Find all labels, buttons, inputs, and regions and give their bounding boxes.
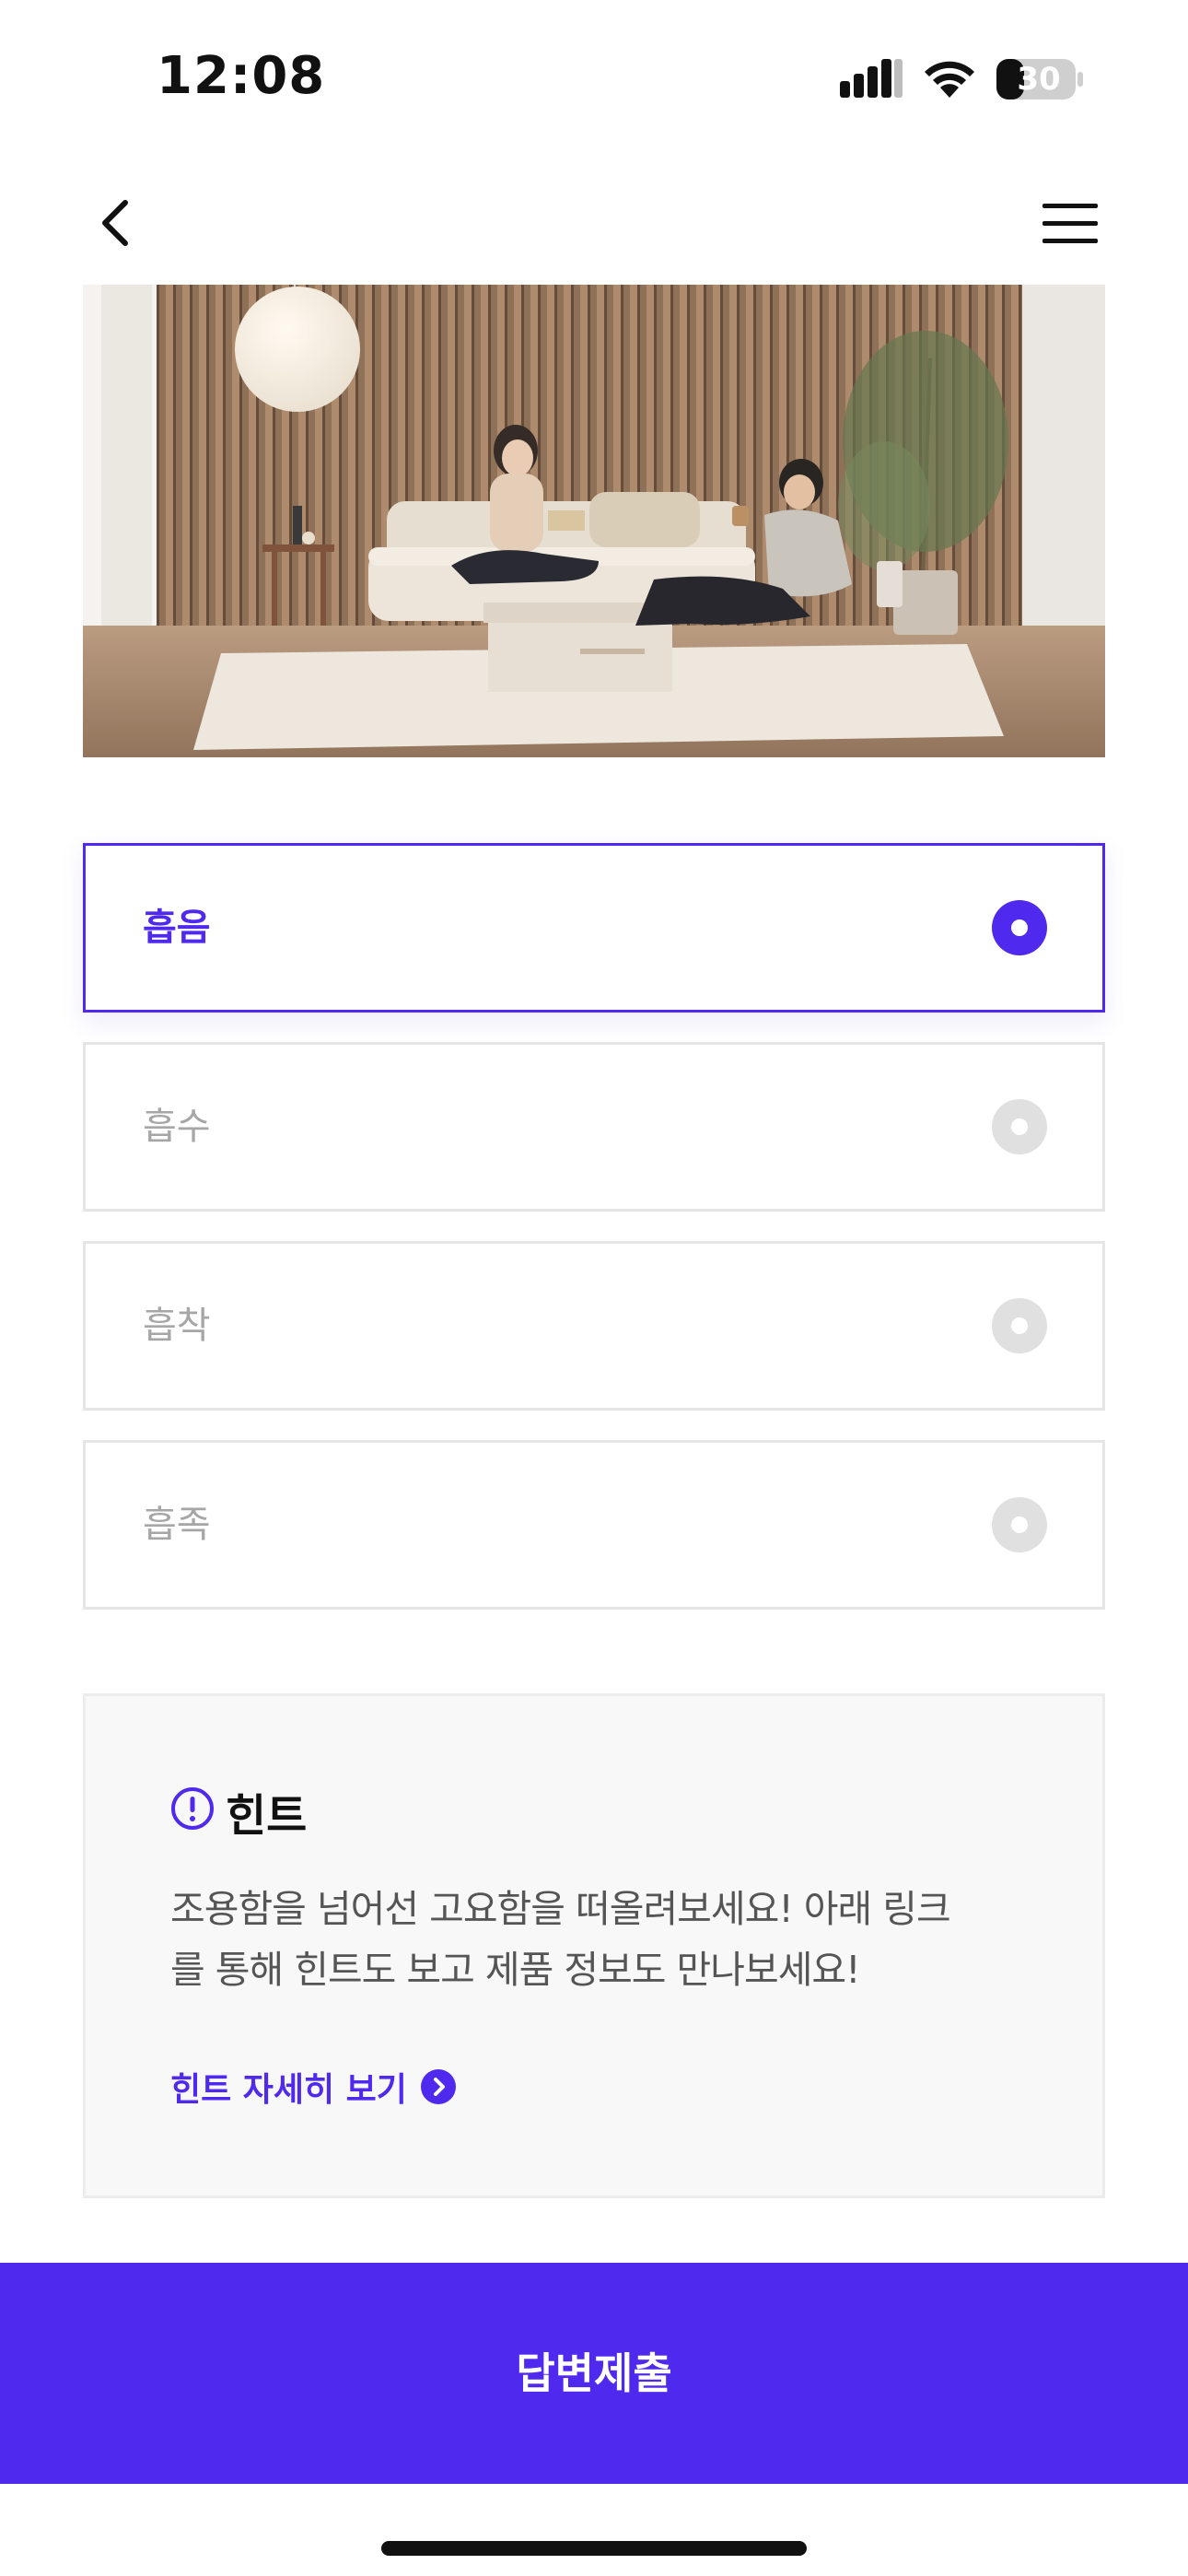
submit-answer-button[interactable]: 답변제출	[0, 2263, 1188, 2484]
answer-option-2[interactable]: 흡수	[83, 1042, 1105, 1212]
answer-option-1[interactable]: 흡음	[83, 843, 1105, 1013]
option-label: 흡착	[143, 1305, 211, 1347]
back-chevron-icon[interactable]	[88, 195, 144, 251]
answer-option-3[interactable]: 흡착	[83, 1241, 1105, 1411]
hint-body: 조용함을 넘어선 고요함을 떠올려보세요! 아래 링크를 통해 힌트도 보고 제…	[170, 1887, 951, 1992]
battery-level: 30	[1017, 61, 1061, 98]
hint-link-label[interactable]: 힌트 자세히 보기	[170, 2063, 407, 2111]
wifi-icon	[925, 61, 974, 98]
hint-detail-link[interactable]: 힌트 자세히 보기	[170, 2061, 457, 2113]
hint-box: 힌트 조용함을 넘어선 고요함을 떠올려보세요! 아래 링크를 통해 힌트도 보…	[83, 1693, 1105, 2198]
answer-option-4[interactable]: 흡족	[83, 1440, 1105, 1610]
home-indicator	[381, 2541, 807, 2556]
hint-title: 힌트	[226, 1790, 308, 1842]
status-bar: 12:08 30	[0, 0, 1188, 157]
option-label: 흡음	[143, 907, 211, 949]
radio-unselected-icon[interactable]	[992, 1497, 1047, 1552]
chevron-right-circle-icon[interactable]	[420, 2068, 457, 2105]
living-room-photo	[83, 285, 1105, 757]
radio-selected-icon[interactable]	[992, 900, 1047, 955]
exclamation-circle-icon	[171, 1787, 214, 1830]
hero-image	[83, 285, 1105, 757]
signal-icon	[840, 59, 903, 98]
status-time: 12:08	[157, 46, 326, 106]
radio-unselected-icon[interactable]	[992, 1298, 1047, 1353]
option-label: 흡수	[143, 1106, 211, 1148]
option-label: 흡족	[143, 1504, 211, 1546]
hamburger-menu-icon[interactable]	[1041, 201, 1100, 247]
quiz-screen: 12:08 30 흡음 흡수 흡착 흡족 힌트 조용함을 넘어선 고요함을 떠올…	[0, 0, 1188, 2576]
radio-unselected-icon[interactable]	[992, 1099, 1047, 1154]
